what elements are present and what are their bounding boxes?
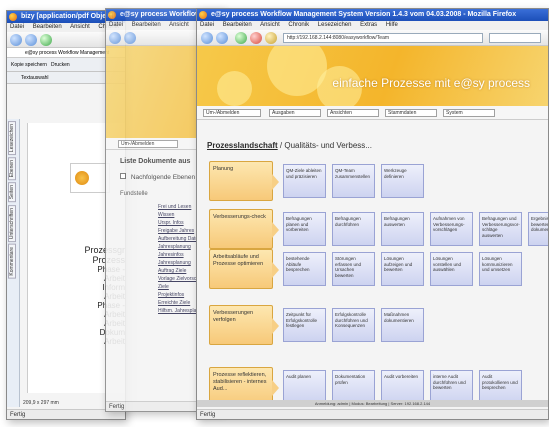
app-banner: einfache Prozesse mit e@sy process [197,46,548,106]
process-phase[interactable]: Planung [209,161,279,201]
firefox-icon [108,11,116,19]
process-step[interactable]: QM-Ziele ableiten und präzisieren [283,164,326,198]
list-window-title: e@sy process Workflow [120,11,201,18]
back-icon[interactable] [109,32,121,44]
process-step[interactable]: Befragungen durchführen [332,212,375,246]
process-step[interactable]: Audit protokollieren und besprechen [479,370,522,404]
save-copy-button[interactable]: Kopie speichern [11,62,47,68]
process-step[interactable]: Werkzeuge definieren [381,164,424,198]
breadcrumb: Prozesslandschaft / Qualitäts- und Verbe… [207,141,372,150]
process-step[interactable]: Audit vorbereiten [381,370,424,404]
process-step[interactable]: Maßnahmen dokumentieren [381,308,424,342]
process-step[interactable]: Zeitpunkt für Erfolgskontrolle festlegen [283,308,326,342]
process-step[interactable]: Erfolgskontrolle durchführen und Konsequ… [332,308,375,342]
process-phase[interactable]: Verbesserungen verfolgen [209,305,279,345]
stop-icon[interactable] [250,32,262,44]
login-dropdown[interactable]: Um-/Abmelden [118,140,178,148]
print-button[interactable]: Drucken [51,62,70,68]
menu-datei[interactable]: Datei [200,22,214,28]
menu-ansicht[interactable]: Ansicht [70,24,90,30]
menu-ansicht[interactable]: Ansicht [169,22,189,28]
page-size-readout: 209,9 x 297 mm [23,400,59,406]
master-data-dropdown[interactable]: Stammdaten [385,109,437,117]
sidebar-tab-pages[interactable]: Seiten [8,182,16,203]
outputs-dropdown[interactable]: Ausgaben [269,109,321,117]
forward-icon[interactable] [216,32,228,44]
back-icon[interactable] [201,32,213,44]
reload-icon[interactable] [40,34,52,46]
process-step[interactable]: Befragungen planen und vorbereiten [283,212,326,246]
forward-icon[interactable] [25,34,37,46]
process-step[interactable]: Lösungen vorstellen und auswählen [430,252,473,286]
reload-icon[interactable] [235,32,247,44]
main-window-title: e@sy process Workflow Management System … [211,11,517,18]
main-nav-row: Um-/Abmelden Ausgaben Ansichten Stammdat… [197,106,548,120]
menu-extras[interactable]: Extras [360,22,377,28]
back-icon[interactable] [10,34,22,46]
process-step[interactable]: Lösungen kommunizieren und umsetzen [479,252,522,286]
menu-lesezeichen[interactable]: Lesezeichen [318,22,352,28]
process-step[interactable]: Befragungen und Verbesserungsvor-schläge… [479,212,522,246]
pdf-tab-label: e@sy process Workflow Management [25,50,110,56]
menu-chronik[interactable]: Chronik [288,22,309,28]
home-icon[interactable] [265,32,277,44]
process-step[interactable]: Störungen erfassen und Ursachen bewerten [332,252,375,286]
menu-bearbeiten[interactable]: Bearbeiten [223,22,252,28]
process-step[interactable]: bestehende Abläufe besprechen [283,252,326,286]
search-input[interactable] [489,33,541,43]
process-step[interactable]: Aufnahmen von Verbesserungs-vorschlägen [430,212,473,246]
sidebar-tab-layers[interactable]: Ebenen [8,157,16,181]
breadcrumb-link[interactable]: Prozesslandschaft [207,141,278,150]
pdf-window-title: bizy [application/pdf Objekt] [21,13,115,20]
menu-bearbeiten[interactable]: Bearbeiten [33,24,62,30]
main-window-titlebar[interactable]: e@sy process Workflow Management System … [197,9,548,21]
sidebar-tab-bookmarks[interactable]: Lesezeichen [8,121,16,156]
text-select-tool[interactable]: Textauswahl [21,75,49,81]
menu-ansicht[interactable]: Ansicht [260,22,280,28]
firefox-icon [199,11,207,19]
process-step[interactable]: Dokumentation prüfen [332,370,375,404]
process-step[interactable]: Audit planen [283,370,326,404]
pdf-logo-image [70,163,110,193]
process-step[interactable]: Ergebnisse bewerten und dokumentieren [528,212,548,246]
menu-hilfe[interactable]: Hilfe [386,22,398,28]
menu-datei[interactable]: Datei [109,22,123,28]
banner-slogan: einfache Prozesse mit e@sy process [332,76,530,90]
forward-icon[interactable] [124,32,136,44]
process-phase[interactable]: Verbesserungs-check [209,209,279,249]
main-menubar: Datei Bearbeiten Ansicht Chronik Lesezei… [197,21,548,30]
main-nav-toolbar: http://192.168.2.144:8080/easyworkflow/T… [197,30,548,46]
session-footer: Anmeldung: admin | Modus: Bearbeitung | … [197,400,548,407]
process-step[interactable]: QM-Team zusammenstellen [332,164,375,198]
process-phase[interactable]: Arbeitsabläufe und Prozesse optimieren [209,249,279,289]
main-browser-window: e@sy process Workflow Management System … [196,8,549,420]
pdf-sidebar-tabs: Lesezeichen Ebenen Seiten Unterschriften… [7,119,20,407]
gear-decoration-icon [217,71,252,106]
views-dropdown[interactable]: Ansichten [327,109,379,117]
main-status-bar: Fertig [197,409,548,419]
breadcrumb-rest: / Qualitäts- und Verbess... [277,141,372,150]
system-dropdown[interactable]: System [443,109,495,117]
url-bar[interactable]: http://192.168.2.144:8080/easyworkflow/T… [283,33,483,43]
process-step[interactable]: Lösungen aufzeigen und bewerten [381,252,424,286]
login-dropdown[interactable]: Um-/Abmelden [203,109,261,117]
firefox-icon [9,13,17,21]
process-step[interactable]: interne Audit durchführen und bewerten [430,370,473,404]
menu-datei[interactable]: Datei [10,24,24,30]
subsequent-levels-checkbox[interactable] [120,173,126,179]
menu-bearbeiten[interactable]: Bearbeiten [132,22,161,28]
process-step[interactable]: Befragungen auswerten [381,212,424,246]
checkbox-label: Nachfolgende Ebenen [130,174,196,181]
sidebar-tab-signatures[interactable]: Unterschriften [8,204,16,242]
sidebar-tab-comments[interactable]: Kommentare [8,243,16,279]
